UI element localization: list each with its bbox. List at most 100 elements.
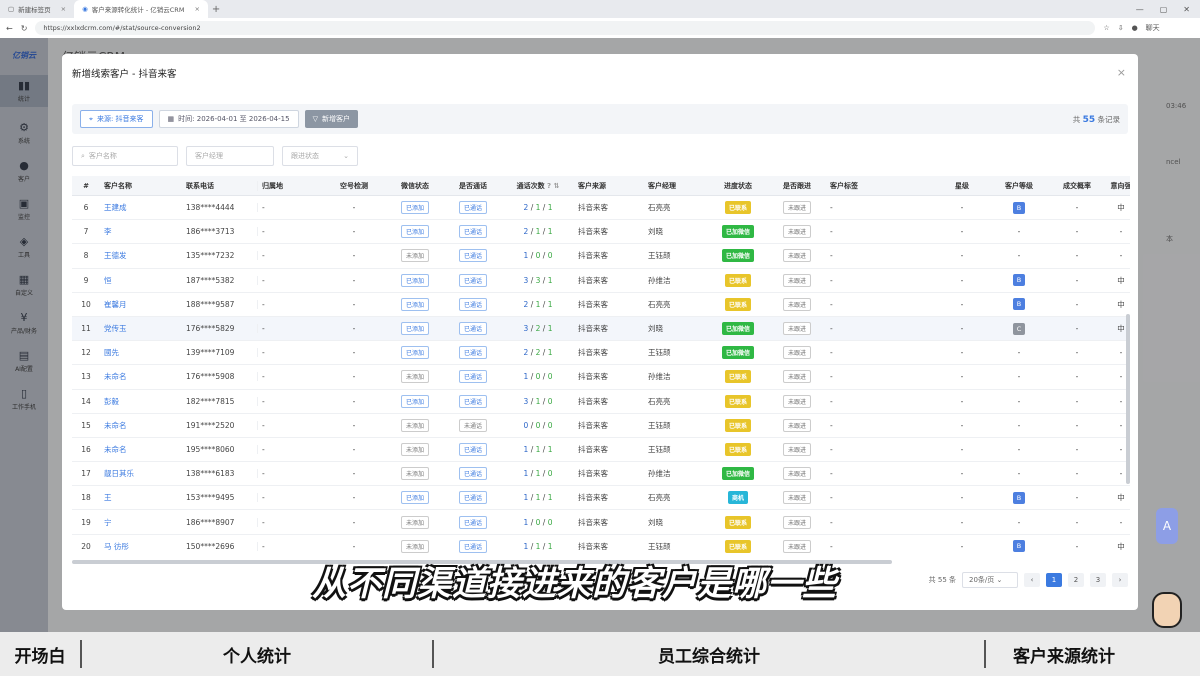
table-row[interactable]: 17 靓日其乐 138****6183 - - 未添加 已通话 1 / 1 / 0 抖音来客 孙维… [72,462,1130,487]
profile-label[interactable]: 聊天 [1146,23,1160,33]
close-tab-icon[interactable]: × [61,5,66,13]
cell-follow: 未跟进 [768,491,826,505]
browser-tab-newtab[interactable]: ▢ 新建标签页 × [0,0,74,18]
sort-icon[interactable]: ⇅ [554,182,560,190]
intent-strength: - [1119,469,1123,479]
table-row[interactable]: 8 王德发 135****7232 - - 未添加 已通话 1 / 0 / 0 抖音来客 王钰颉 已… [72,244,1130,269]
manager-search[interactable]: 客户经理 [186,146,274,166]
table-row[interactable]: 20 马 彷彤 150****2696 - - 未添加 已通话 1 / 1 / 1 抖音来客 王钰… [72,535,1130,556]
level-text: - [1017,227,1021,237]
column-header-call-count[interactable]: 通话次数 ? ⇅ [502,181,574,191]
follow-status-badge: 未跟进 [782,370,811,384]
date-range-chip[interactable]: ▦ 时间: 2026-04-01 至 2026-04-15 [158,110,299,128]
cell-star: - [934,445,990,454]
column-header: 客户等级 [1005,181,1033,190]
customer-tag: - [830,251,833,261]
cell-num: 18 [72,493,100,502]
cell-wx: 已添加 [386,201,444,215]
customer-name-link[interactable]: 党传玉 [100,323,182,334]
table-row[interactable]: 7 李 186****3713 - - 已添加 已通话 2 / 1 / 1 抖音来客 刘晓 已加微信… [72,220,1130,245]
table-row[interactable]: 9 恒 187****5382 - - 已添加 已通话 3 / 3 / 1 抖音来客 孙维洁 已联系… [72,269,1130,293]
customer-name-link[interactable]: 王 [100,492,182,503]
close-window-icon[interactable]: ✕ [1183,5,1190,14]
close-tab-icon[interactable]: × [194,5,199,13]
call-count-valid: 0 [547,420,553,430]
call-count-connected: 2 [535,324,541,334]
cell-mgr: 王钰颉 [644,541,708,552]
back-icon[interactable]: ← [6,24,13,33]
customer-name-link[interactable]: 王建成 [100,202,182,213]
cell-loc: - [258,397,322,406]
table-row[interactable]: 15 未命名 191****2520 - - 未添加 未通话 0 / 0 / 0 抖音来客 王钰颉… [72,414,1130,438]
call-status-badge: 已通话 [458,201,487,215]
customer-name-link[interactable]: 王德发 [100,250,182,261]
search-row: ⌕ 客户名称 客户经理 跟进状态 ⌄ [72,146,358,166]
customer-name-link[interactable]: 李 [100,226,182,237]
browser-tab-crm[interactable]: ◉ 客户来源转化统计 - 亿销云CRM × [74,0,208,18]
call-count-total: 1 [523,372,529,382]
cell-lvl: C [990,322,1048,335]
close-icon[interactable]: × [1117,66,1126,79]
cell-follow: 未跟进 [768,225,826,239]
star-icon[interactable]: ☆ [1103,24,1109,32]
url-field[interactable]: https://xxlxdcrm.com/#/stat/source-conve… [35,21,1096,35]
table-row[interactable]: 16 未命名 195****8060 - - 未添加 已通话 1 / 1 / 1 抖音来客 王钰颉… [72,438,1130,463]
customer-name-link[interactable]: 宁 [100,517,182,528]
row-number: 16 [81,444,91,454]
deal-probability: - [1075,324,1079,334]
page-button[interactable]: 1 [1046,573,1062,587]
star-rating: - [960,251,964,261]
phone-number: 195****8060 [186,444,235,454]
customer-name-link[interactable]: 恒 [100,275,182,286]
minimize-icon[interactable]: — [1136,5,1144,14]
page-button[interactable]: 2 [1068,573,1084,587]
source-filter-chip[interactable]: ⌖ 来源: 抖音来客 [80,110,153,128]
prev-page-icon[interactable]: ‹ [1024,573,1040,587]
customer-name-link[interactable]: 靓日其乐 [100,468,182,479]
cell-chk: - [322,348,386,357]
maximize-icon[interactable]: ▢ [1160,5,1168,14]
table-row[interactable]: 13 未命名 176****5908 - - 未添加 已通话 1 / 0 / 0 抖音来客 孙维洁… [72,365,1130,390]
next-page-icon[interactable]: › [1112,573,1128,587]
customer-name-link[interactable]: 未命名 [100,444,182,455]
floating-assistant-icon[interactable]: A [1156,508,1178,544]
customer-name-link[interactable]: 彭毅 [100,396,182,407]
cell-prog: 已加微信 [708,467,768,481]
table-row[interactable]: 10 崔馨月 188****9587 - - 已添加 已通话 2 / 1 / 1 抖音来客 石亮亮… [72,293,1130,317]
customer-name-link[interactable]: 马 彷彤 [100,541,182,552]
table-row[interactable]: 19 宁 186****8907 - - 未添加 已通话 1 / 0 / 0 抖音来客 刘晓 已联系… [72,510,1130,535]
cell-tag: - [826,227,934,236]
cell-call: 已通话 [444,225,502,239]
call-count-valid: 0 [547,396,553,406]
table-row[interactable]: 12 國先 139****7109- - 已添加 已通话 2 / 2 / 1 抖音来客 王钰颉已… [72,341,1130,366]
cell-lvl: - [990,348,1048,357]
empty-check: - [352,275,356,285]
table-row[interactable]: 6 王建成 138****4444 - - 已添加 已通话 2 / 1 / 1 抖音来客 石亮亮 已… [72,196,1130,221]
profile-icon[interactable]: ● [1132,24,1138,32]
cell-lvl: B [990,540,1048,553]
call-count: 3 / 2 / 1 [523,324,553,334]
table-row[interactable]: 11 党传玉 176****5829 - - 已添加 已通话 3 / 2 / 1 抖音来客 刘晓 已… [72,316,1130,342]
search-placeholder: 客户经理 [195,152,223,160]
page-button[interactable]: 3 [1090,573,1106,587]
cell-star: - [934,276,990,285]
customer-name-link[interactable]: 國先 [100,347,182,358]
cell-lvl: - [990,372,1048,381]
table-row[interactable]: 18 王 153****9495 - - 已添加 已通话 1 / 1 / 1 抖音来客 石亮亮 商机… [72,486,1130,511]
new-customer-filter-button[interactable]: ▽ 新增客户 [304,110,358,128]
call-status-badge: 已通话 [458,297,487,311]
customer-name-link[interactable]: 未命名 [100,371,182,382]
vertical-scrollbar[interactable] [1126,314,1130,484]
reload-icon[interactable]: ↻ [21,24,28,33]
cell-num: 19 [72,518,100,527]
customer-name-link[interactable]: 崔馨月 [100,299,182,310]
cell-intent: 中 [1106,492,1130,503]
cell-call: 已通话 [444,370,502,384]
customer-name-search[interactable]: ⌕ 客户名称 [72,146,178,166]
page-size-select[interactable]: 20条/页 ⌄ [962,572,1018,588]
download-icon[interactable]: ⇩ [1118,24,1124,32]
table-row[interactable]: 14 彭毅 182****7815 - - 已添加 已通话 3 / 1 / 0 抖音来客 石亮亮 已… [72,390,1130,414]
new-tab-icon[interactable]: + [212,4,220,15]
customer-name-link[interactable]: 未命名 [100,420,182,431]
progress-status-select[interactable]: 跟进状态 ⌄ [282,146,358,166]
